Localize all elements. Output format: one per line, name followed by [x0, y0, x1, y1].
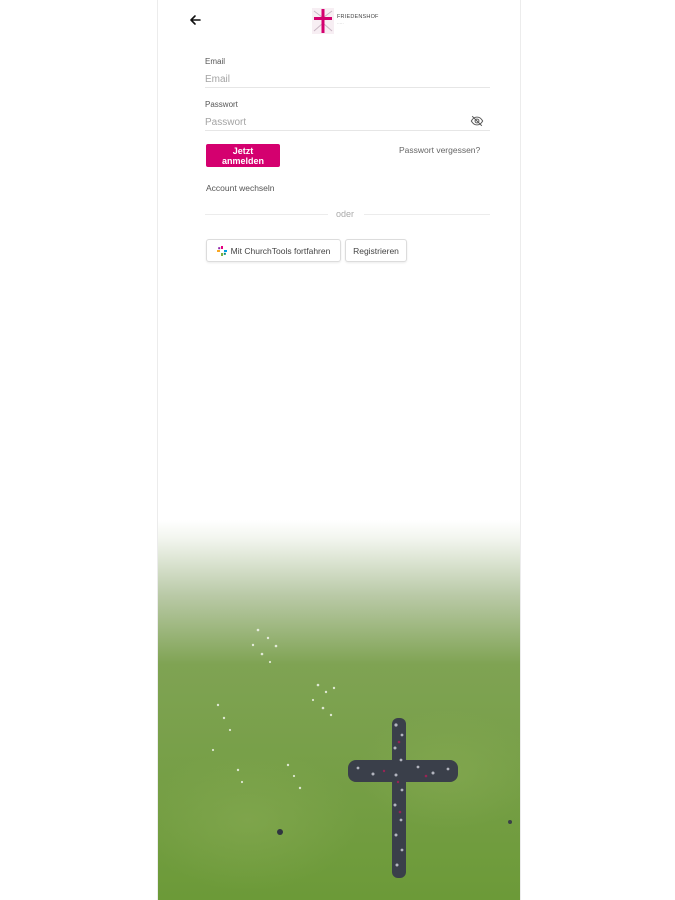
human-cross-photo — [158, 520, 520, 900]
eye-off-icon[interactable] — [470, 114, 484, 128]
page: FRIEDENSHOF ····· Email Passwort Jetzt a… — [0, 0, 675, 900]
church-logo: FRIEDENSHOF ····· — [312, 7, 379, 35]
password-field[interactable] — [205, 114, 490, 131]
forgot-password-link[interactable]: Passwort vergessen? — [399, 145, 480, 155]
logo-title: FRIEDENSHOF — [337, 14, 379, 20]
logo-text: FRIEDENSHOF ····· — [337, 14, 379, 28]
divider-line-left — [205, 214, 328, 215]
churchtools-label: Mit ChurchTools fortfahren — [230, 245, 331, 256]
arrow-left-icon — [190, 15, 201, 25]
divider-line-right — [364, 214, 490, 215]
email-field[interactable] — [205, 71, 490, 88]
login-screen: FRIEDENSHOF ····· Email Passwort Jetzt a… — [157, 0, 521, 900]
register-button[interactable]: Registrieren — [345, 239, 407, 262]
password-label: Passwort — [205, 100, 238, 109]
divider-text: oder — [336, 209, 355, 219]
back-button[interactable] — [184, 9, 206, 31]
email-label: Email — [205, 57, 226, 66]
login-button[interactable]: Jetzt anmelden — [206, 144, 280, 167]
churchtools-login-button[interactable]: Mit ChurchTools fortfahren — [206, 239, 341, 262]
switch-account-link[interactable]: Account wechseln — [206, 183, 275, 193]
cross-logo-icon — [312, 8, 334, 34]
logo-subtitle: ····· — [337, 22, 344, 26]
churchtools-icon — [216, 245, 227, 256]
